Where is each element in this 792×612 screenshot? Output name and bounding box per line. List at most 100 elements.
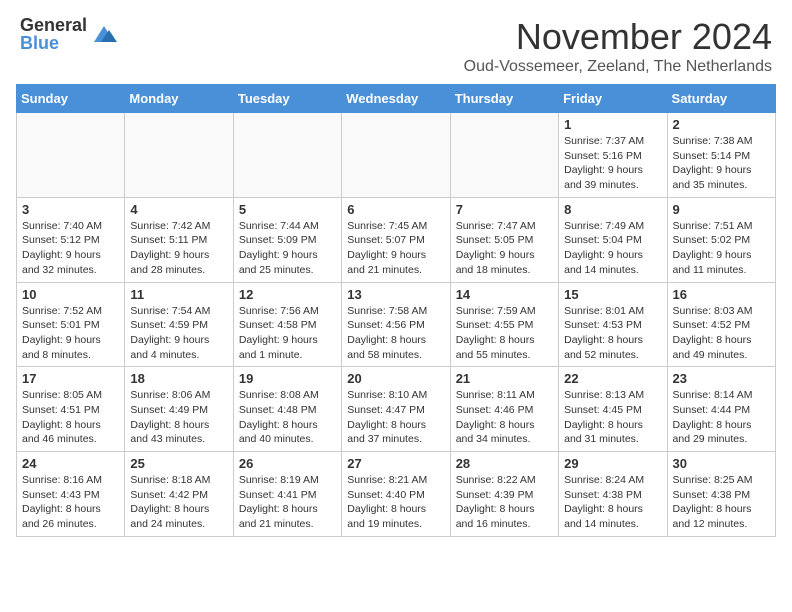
calendar-cell: 4 Sunrise: 7:42 AM Sunset: 5:11 PM Daylig… [125,197,233,282]
calendar-cell: 28 Sunrise: 8:22 AM Sunset: 4:39 PM Dayli… [450,452,558,537]
calendar-week-4: 24 Sunrise: 8:16 AM Sunset: 4:43 PM Dayli… [17,452,776,537]
day-number: 13 [347,287,444,302]
title-area: November 2024 Oud-Vossemeer, Zeeland, Th… [119,16,772,76]
calendar-cell [17,113,125,198]
calendar-cell: 12 Sunrise: 7:56 AM Sunset: 4:58 PM Dayli… [233,282,341,367]
calendar-cell [125,113,233,198]
day-header-tuesday: Tuesday [233,85,341,113]
calendar-cell: 8 Sunrise: 7:49 AM Sunset: 5:04 PM Daylig… [559,197,667,282]
day-info: Sunrise: 8:18 AM Sunset: 4:42 PM Dayligh… [130,473,227,532]
day-number: 5 [239,202,336,217]
calendar-cell: 3Sunrise: 7:40 AM Sunset: 5:12 PM Daylig… [17,197,125,282]
day-header-monday: Monday [125,85,233,113]
day-info: Sunrise: 8:13 AM Sunset: 4:45 PM Dayligh… [564,388,661,447]
day-info: Sunrise: 7:59 AM Sunset: 4:55 PM Dayligh… [456,304,553,363]
calendar-cell: 29Sunrise: 8:24 AM Sunset: 4:38 PM Dayli… [559,452,667,537]
day-number: 27 [347,456,444,471]
day-info: Sunrise: 8:11 AM Sunset: 4:46 PM Dayligh… [456,388,553,447]
day-number: 18 [130,371,227,386]
day-number: 26 [239,456,336,471]
day-info: Sunrise: 7:51 AM Sunset: 5:02 PM Dayligh… [673,219,770,278]
day-number: 8 [564,202,661,217]
calendar-cell [233,113,341,198]
calendar-cell: 13 Sunrise: 7:58 AM Sunset: 4:56 PM Dayli… [342,282,450,367]
calendar-cell: 18 Sunrise: 8:06 AM Sunset: 4:49 PM Dayli… [125,367,233,452]
logo-blue-text: Blue [20,34,87,52]
calendar-cell [450,113,558,198]
day-number: 16 [673,287,770,302]
day-number: 3 [22,202,119,217]
day-info: Sunrise: 7:56 AM Sunset: 4:58 PM Dayligh… [239,304,336,363]
logo-icon [89,22,119,46]
day-header-friday: Friday [559,85,667,113]
day-info: Sunrise: 7:58 AM Sunset: 4:56 PM Dayligh… [347,304,444,363]
day-number: 22 [564,371,661,386]
day-number: 2 [673,117,770,132]
day-number: 17 [22,371,119,386]
calendar-cell: 27Sunrise: 8:21 AM Sunset: 4:40 PM Dayli… [342,452,450,537]
day-info: Sunrise: 8:19 AM Sunset: 4:41 PM Dayligh… [239,473,336,532]
calendar-week-0: 1 Sunrise: 7:37 AM Sunset: 5:16 PM Daylig… [17,113,776,198]
day-number: 24 [22,456,119,471]
day-number: 20 [347,371,444,386]
day-info: Sunrise: 7:45 AM Sunset: 5:07 PM Dayligh… [347,219,444,278]
day-info: Sunrise: 7:49 AM Sunset: 5:04 PM Dayligh… [564,219,661,278]
calendar-cell: 25 Sunrise: 8:18 AM Sunset: 4:42 PM Dayli… [125,452,233,537]
calendar-cell: 20Sunrise: 8:10 AM Sunset: 4:47 PM Dayli… [342,367,450,452]
day-number: 1 [564,117,661,132]
day-number: 19 [239,371,336,386]
location-subtitle: Oud-Vossemeer, Zeeland, The Netherlands [119,58,772,76]
day-number: 12 [239,287,336,302]
calendar-cell [342,113,450,198]
calendar-cell: 17 Sunrise: 8:05 AM Sunset: 4:51 PM Dayli… [17,367,125,452]
calendar-cell: 5Sunrise: 7:44 AM Sunset: 5:09 PM Daylig… [233,197,341,282]
day-number: 21 [456,371,553,386]
calendar-table: SundayMondayTuesdayWednesdayThursdayFrid… [16,84,776,537]
logo: General Blue [20,16,119,52]
day-number: 6 [347,202,444,217]
day-number: 15 [564,287,661,302]
calendar-cell: 30Sunrise: 8:25 AM Sunset: 4:38 PM Dayli… [667,452,775,537]
calendar-cell: 2 Sunrise: 7:38 AM Sunset: 5:14 PM Daylig… [667,113,775,198]
day-number: 7 [456,202,553,217]
day-header-thursday: Thursday [450,85,558,113]
day-header-saturday: Saturday [667,85,775,113]
day-info: Sunrise: 7:38 AM Sunset: 5:14 PM Dayligh… [673,134,770,193]
day-info: Sunrise: 8:01 AM Sunset: 4:53 PM Dayligh… [564,304,661,363]
day-number: 25 [130,456,227,471]
day-info: Sunrise: 8:08 AM Sunset: 4:48 PM Dayligh… [239,388,336,447]
calendar-week-3: 17 Sunrise: 8:05 AM Sunset: 4:51 PM Dayli… [17,367,776,452]
calendar-cell: 6 Sunrise: 7:45 AM Sunset: 5:07 PM Daylig… [342,197,450,282]
page-header: General Blue November 2024 Oud-Vossemeer… [0,0,792,84]
calendar-wrapper: SundayMondayTuesdayWednesdayThursdayFrid… [0,84,792,545]
day-info: Sunrise: 8:25 AM Sunset: 4:38 PM Dayligh… [673,473,770,532]
day-number: 9 [673,202,770,217]
day-info: Sunrise: 7:37 AM Sunset: 5:16 PM Dayligh… [564,134,661,193]
calendar-cell: 10 Sunrise: 7:52 AM Sunset: 5:01 PM Dayli… [17,282,125,367]
day-info: Sunrise: 7:52 AM Sunset: 5:01 PM Dayligh… [22,304,119,363]
month-title: November 2024 [119,16,772,58]
day-info: Sunrise: 7:54 AM Sunset: 4:59 PM Dayligh… [130,304,227,363]
day-number: 28 [456,456,553,471]
day-header-sunday: Sunday [17,85,125,113]
day-info: Sunrise: 8:03 AM Sunset: 4:52 PM Dayligh… [673,304,770,363]
calendar-cell: 1 Sunrise: 7:37 AM Sunset: 5:16 PM Daylig… [559,113,667,198]
day-info: Sunrise: 8:05 AM Sunset: 4:51 PM Dayligh… [22,388,119,447]
day-info: Sunrise: 8:06 AM Sunset: 4:49 PM Dayligh… [130,388,227,447]
day-number: 10 [22,287,119,302]
day-number: 23 [673,371,770,386]
calendar-cell: 14 Sunrise: 7:59 AM Sunset: 4:55 PM Dayli… [450,282,558,367]
day-info: Sunrise: 8:22 AM Sunset: 4:39 PM Dayligh… [456,473,553,532]
day-info: Sunrise: 7:47 AM Sunset: 5:05 PM Dayligh… [456,219,553,278]
calendar-cell: 23Sunrise: 8:14 AM Sunset: 4:44 PM Dayli… [667,367,775,452]
calendar-header-row: SundayMondayTuesdayWednesdayThursdayFrid… [17,85,776,113]
calendar-cell: 16 Sunrise: 8:03 AM Sunset: 4:52 PM Dayli… [667,282,775,367]
day-info: Sunrise: 7:42 AM Sunset: 5:11 PM Dayligh… [130,219,227,278]
calendar-cell: 22 Sunrise: 8:13 AM Sunset: 4:45 PM Dayli… [559,367,667,452]
day-number: 4 [130,202,227,217]
day-info: Sunrise: 8:16 AM Sunset: 4:43 PM Dayligh… [22,473,119,532]
calendar-cell: 21 Sunrise: 8:11 AM Sunset: 4:46 PM Dayli… [450,367,558,452]
calendar-cell: 15 Sunrise: 8:01 AM Sunset: 4:53 PM Dayli… [559,282,667,367]
day-header-wednesday: Wednesday [342,85,450,113]
day-number: 14 [456,287,553,302]
